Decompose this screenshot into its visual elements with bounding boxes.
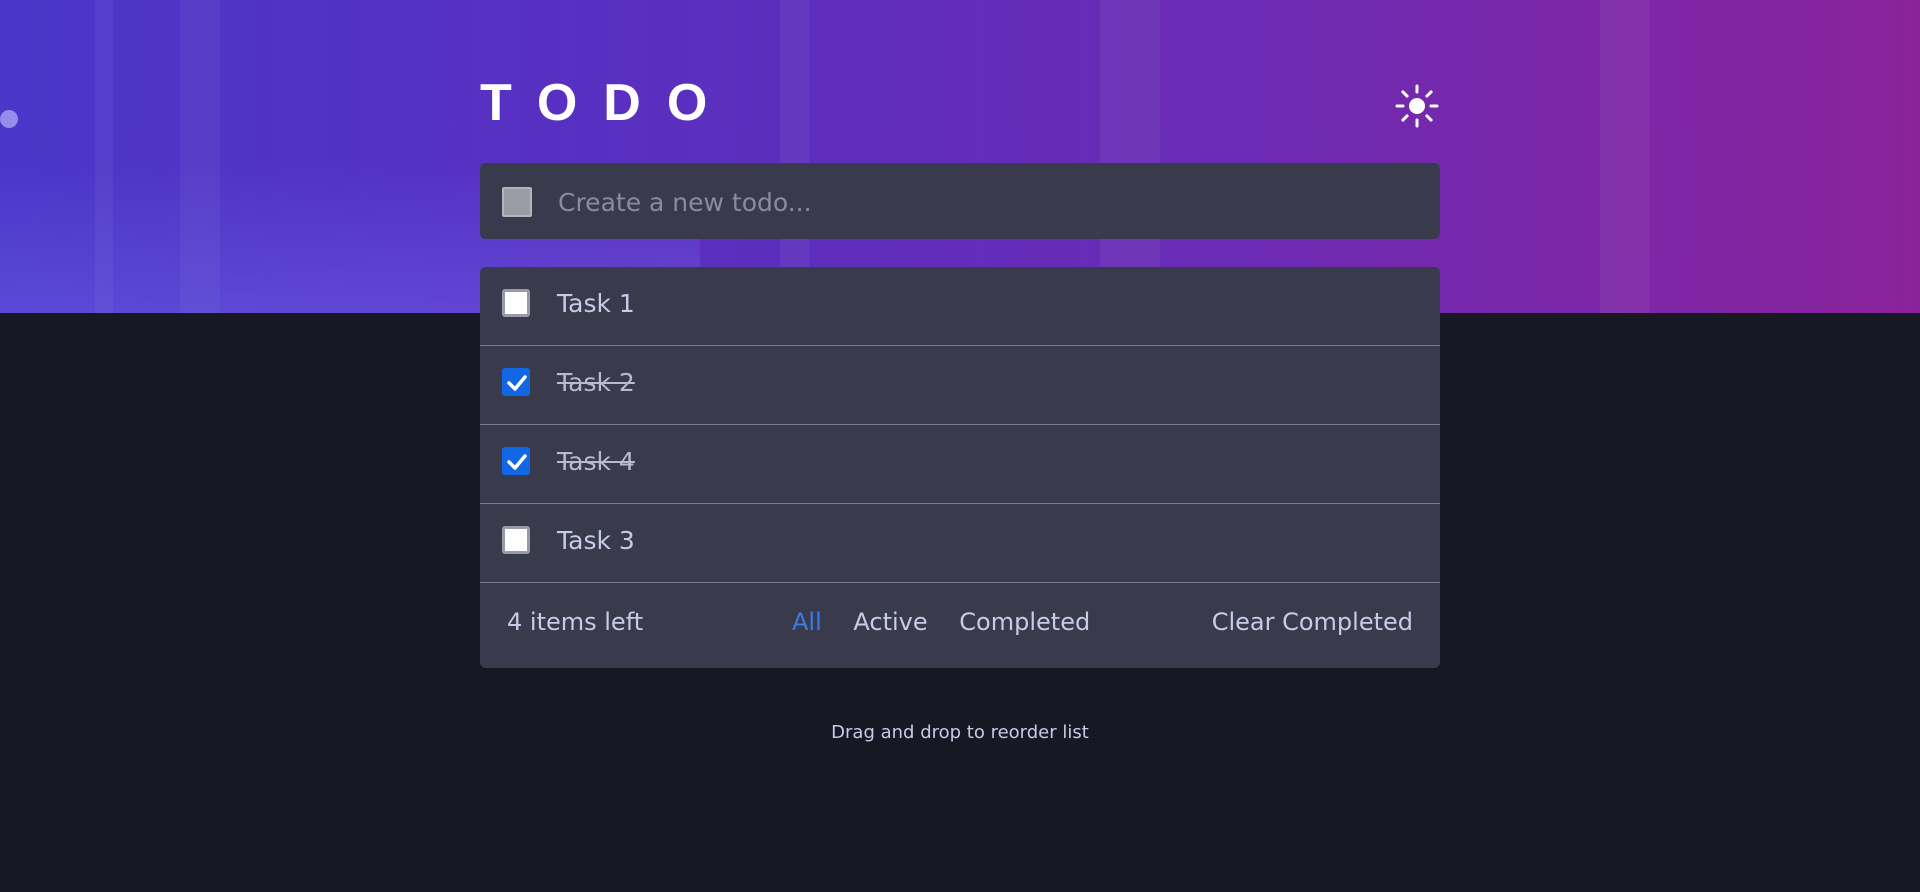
new-todo-form xyxy=(480,163,1440,239)
todo-checkbox[interactable] xyxy=(502,526,530,554)
todo-list: Task 1 Task 2 Task 4 Task 3 4 items left xyxy=(480,267,1440,668)
todo-label: Task 2 xyxy=(557,368,635,397)
background-light xyxy=(0,110,18,128)
filter-active[interactable]: Active xyxy=(853,608,927,636)
todo-checkbox[interactable] xyxy=(502,447,530,475)
checkmark-icon xyxy=(507,454,527,470)
clear-completed-button[interactable]: Clear Completed xyxy=(1212,608,1413,636)
todo-label: Task 3 xyxy=(557,526,635,555)
todo-footer: 4 items left All Active Completed Clear … xyxy=(480,583,1440,668)
todo-item[interactable]: Task 4 xyxy=(480,425,1440,504)
todo-checkbox[interactable] xyxy=(502,368,530,396)
todo-label: Task 1 xyxy=(557,289,635,318)
checkmark-icon xyxy=(507,375,527,391)
new-todo-input[interactable] xyxy=(556,181,1420,223)
filter-group: All Active Completed xyxy=(792,608,1114,636)
background-column xyxy=(1600,0,1650,313)
drag-hint: Drag and drop to reorder list xyxy=(831,722,1089,743)
items-left-count: 4 items left xyxy=(507,608,644,636)
todo-item[interactable]: Task 2 xyxy=(480,346,1440,425)
filter-completed[interactable]: Completed xyxy=(959,608,1090,636)
todo-item[interactable]: Task 3 xyxy=(480,504,1440,583)
app-title: TODO xyxy=(480,74,734,132)
todo-label: Task 4 xyxy=(557,447,635,476)
sun-icon xyxy=(1395,84,1439,128)
todo-checkbox[interactable] xyxy=(502,289,530,317)
new-todo-checkbox[interactable] xyxy=(502,187,532,217)
filter-all[interactable]: All xyxy=(792,608,822,636)
theme-toggle-button[interactable] xyxy=(1394,83,1440,129)
app-header: TODO xyxy=(480,68,1440,138)
todo-item[interactable]: Task 1 xyxy=(480,267,1440,346)
